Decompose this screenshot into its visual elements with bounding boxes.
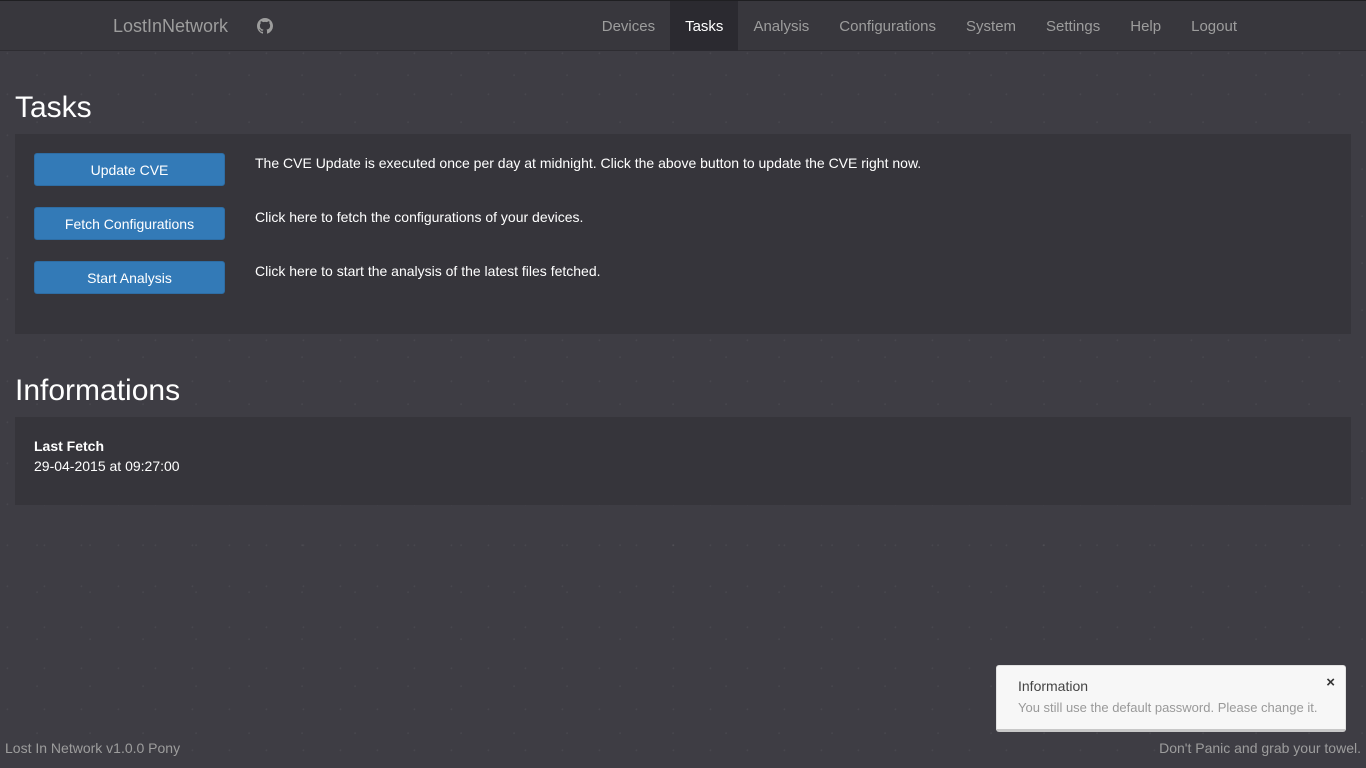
notification-message: You still use the default password. Plea… xyxy=(1018,700,1318,715)
last-fetch-value: 29-04-2015 at 09:27:00 xyxy=(34,458,180,474)
start-analysis-description: Click here to start the analysis of the … xyxy=(255,263,601,279)
main-nav: Devices Tasks Analysis Configurations Sy… xyxy=(587,1,1252,51)
tasks-panel: Update CVE The CVE Update is executed on… xyxy=(15,134,1351,334)
task-row-fetch-configurations: Fetch Configurations Click here to fetch… xyxy=(34,207,1334,241)
last-fetch-label: Last Fetch xyxy=(34,438,105,454)
nav-settings[interactable]: Settings xyxy=(1031,1,1115,51)
nav-system[interactable]: System xyxy=(951,1,1031,51)
brand-link[interactable]: LostInNetwork xyxy=(113,16,228,36)
nav-logout[interactable]: Logout xyxy=(1176,1,1252,51)
close-icon[interactable]: × xyxy=(1326,675,1335,691)
informations-panel: Last Fetch 29-04-2015 at 09:27:00 xyxy=(15,417,1351,505)
github-icon[interactable] xyxy=(257,18,273,34)
task-row-update-cve: Update CVE The CVE Update is executed on… xyxy=(34,153,1334,187)
task-row-start-analysis: Start Analysis Click here to start the a… xyxy=(34,261,1334,295)
tasks-title: Tasks xyxy=(15,91,92,124)
nav-tasks[interactable]: Tasks xyxy=(670,1,739,51)
notification-title: Information xyxy=(1018,678,1089,694)
fetch-configurations-button[interactable]: Fetch Configurations xyxy=(34,207,225,240)
update-cve-description: The CVE Update is executed once per day … xyxy=(255,155,922,171)
nav-configurations[interactable]: Configurations xyxy=(824,1,951,51)
footer-version: Lost In Network v1.0.0 Pony xyxy=(5,740,181,756)
start-analysis-button[interactable]: Start Analysis xyxy=(34,261,225,294)
notification-toast: Information You still use the default pa… xyxy=(996,665,1346,732)
fetch-configurations-description: Click here to fetch the configurations o… xyxy=(255,209,584,225)
nav-analysis[interactable]: Analysis xyxy=(738,1,824,51)
informations-title: Informations xyxy=(15,374,181,407)
top-navbar: LostInNetwork Devices Tasks Analysis Con… xyxy=(0,0,1366,51)
footer-tagline: Don't Panic and grab your towel. xyxy=(1159,740,1361,756)
nav-devices[interactable]: Devices xyxy=(587,1,670,51)
update-cve-button[interactable]: Update CVE xyxy=(34,153,225,186)
nav-help[interactable]: Help xyxy=(1115,1,1176,51)
